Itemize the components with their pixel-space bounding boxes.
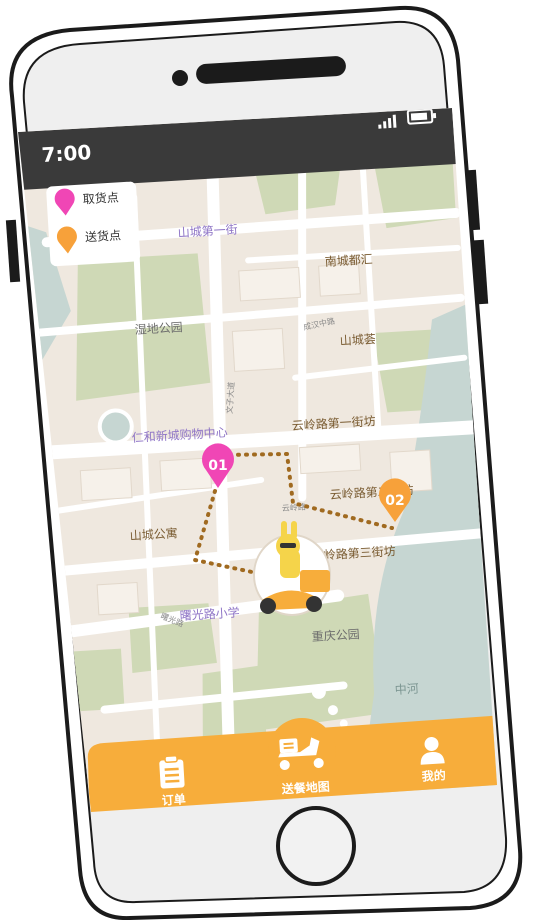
nav-mine-label: 我的 bbox=[421, 767, 446, 783]
label-shancheng-hui: 山城荟 bbox=[339, 332, 376, 348]
status-time: 7:00 bbox=[41, 140, 92, 167]
phone-mockup: 山城第一街 南城都汇 湿地公园 成汉中路 山城荟 文子大道 仁和新城购物中心 云… bbox=[0, 0, 544, 921]
delivery-marker-label: 02 bbox=[385, 493, 404, 509]
legend-card: 取货点 送货点 bbox=[46, 181, 141, 267]
nav-orders-label: 订单 bbox=[161, 791, 186, 807]
front-camera bbox=[172, 70, 188, 86]
label-shancheng-apt: 山城公寓 bbox=[129, 525, 178, 543]
label-zhonghe: 中河 bbox=[394, 681, 419, 697]
legend-pickup-label: 取货点 bbox=[82, 189, 119, 206]
pickup-marker-label: 01 bbox=[208, 458, 227, 474]
legend-delivery-label: 送货点 bbox=[85, 227, 122, 244]
label-chongqing-park: 重庆公园 bbox=[311, 627, 360, 644]
home-button[interactable] bbox=[276, 806, 356, 886]
nav-map-label: 送餐地图 bbox=[280, 779, 330, 797]
label-shidi-park: 湿地公园 bbox=[134, 319, 183, 337]
nav-orders[interactable]: 订单 bbox=[159, 755, 186, 808]
label-nancheng: 南城都汇 bbox=[324, 251, 373, 269]
